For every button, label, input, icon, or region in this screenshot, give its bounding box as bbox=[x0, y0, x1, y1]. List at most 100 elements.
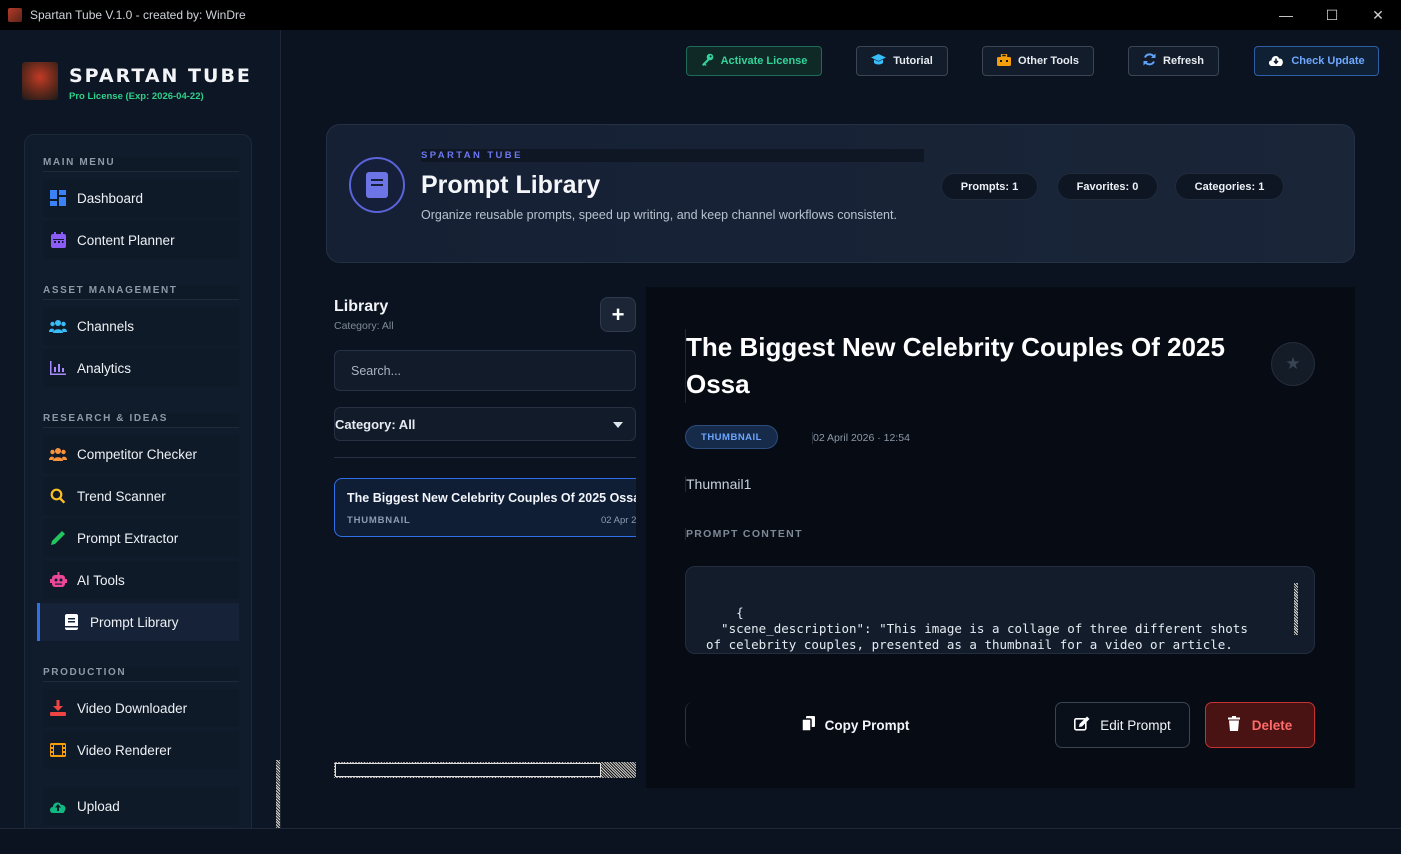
refresh-icon bbox=[1143, 53, 1156, 69]
sidebar-item-label: Trend Scanner bbox=[77, 488, 166, 504]
sidebar-item-competitor-checker[interactable]: Competitor Checker bbox=[43, 435, 239, 473]
trash-icon bbox=[1227, 716, 1240, 734]
sidebar-scrollbar[interactable] bbox=[276, 120, 280, 828]
search-input[interactable] bbox=[334, 350, 636, 391]
brand: SPARTAN TUBE Pro License (Exp: 2026-04-2… bbox=[22, 62, 252, 102]
other-tools-button[interactable]: Other Tools bbox=[982, 46, 1094, 76]
license-status: Pro License (Exp: 2026-04-22) bbox=[69, 91, 204, 102]
key-icon bbox=[701, 53, 714, 69]
category-select-value: Category: All bbox=[335, 416, 416, 432]
library-title: Library bbox=[334, 298, 389, 315]
cloud-download-icon bbox=[1268, 54, 1284, 69]
window-title: Spartan Tube V.1.0 - created by: WinDre bbox=[30, 8, 246, 22]
dashboard-icon bbox=[49, 189, 67, 207]
sidebar-item-label: Video Renderer bbox=[77, 742, 172, 758]
search-icon bbox=[49, 487, 67, 505]
sidebar-item-prompt-extractor[interactable]: Prompt Extractor bbox=[43, 519, 239, 557]
sidebar-item-upload[interactable]: Upload bbox=[43, 787, 239, 825]
pencil-icon bbox=[49, 529, 67, 547]
sidebar: SPARTAN TUBE Pro License (Exp: 2026-04-2… bbox=[0, 30, 281, 838]
sidebar-item-content-planner[interactable]: Content Planner bbox=[43, 221, 239, 259]
sidebar-item-trend-scanner[interactable]: Trend Scanner bbox=[43, 477, 239, 515]
prompt-date: 02 April 2026 · 12:54 bbox=[812, 432, 910, 444]
maximize-button[interactable]: ☐ bbox=[1309, 0, 1355, 30]
sidebar-item-label: Prompt Extractor bbox=[77, 530, 179, 546]
prompt-content-text: { "scene_description": "This image is a … bbox=[706, 605, 1248, 652]
main-menu: MAIN MENU Dashboard Content Planner ASSE… bbox=[24, 134, 252, 838]
check-update-label: Check Update bbox=[1291, 55, 1365, 67]
category-select[interactable]: Category: All bbox=[334, 407, 636, 441]
graduation-cap-icon bbox=[871, 53, 887, 69]
list-item-category: THUMBNAIL bbox=[347, 515, 411, 526]
star-icon: ★ bbox=[1285, 354, 1301, 373]
sidebar-item-video-renderer[interactable]: Video Renderer bbox=[43, 731, 239, 769]
library-category-subtitle: Category: All bbox=[334, 320, 394, 332]
edit-icon bbox=[1074, 716, 1090, 734]
list-item[interactable]: The Biggest New Celebrity Couples Of 202… bbox=[334, 478, 636, 537]
page-kicker: SPARTAN TUBE bbox=[421, 149, 924, 162]
toolbox-icon bbox=[997, 52, 1012, 69]
delete-button[interactable]: Delete bbox=[1205, 702, 1315, 748]
prompt-content-label: PROMPT CONTENT bbox=[685, 528, 803, 540]
page-title: Prompt Library bbox=[421, 171, 601, 199]
sidebar-item-label: Competitor Checker bbox=[77, 446, 198, 462]
download-icon bbox=[49, 699, 67, 717]
section-label-research-ideas: RESEARCH & IDEAS bbox=[43, 413, 239, 428]
page-header-card: SPARTAN TUBE Prompt Library Organize reu… bbox=[326, 124, 1355, 263]
sidebar-item-label: Dashboard bbox=[77, 190, 144, 206]
section-label-asset-management: ASSET MANAGEMENT bbox=[43, 285, 239, 300]
list-item-date: 02 Apr 2026 bbox=[601, 515, 636, 526]
film-icon bbox=[49, 741, 67, 759]
favorites-count-badge: Favorites: 0 bbox=[1057, 173, 1158, 200]
edit-prompt-label: Edit Prompt bbox=[1100, 717, 1171, 733]
section-label-production: PRODUCTION bbox=[43, 667, 239, 682]
status-bar bbox=[0, 828, 1401, 854]
page-description: Organize reusable prompts, speed up writ… bbox=[421, 208, 897, 222]
sidebar-item-video-downloader[interactable]: Video Downloader bbox=[43, 689, 239, 727]
sidebar-item-analytics[interactable]: Analytics bbox=[43, 349, 239, 387]
check-update-button[interactable]: Check Update bbox=[1254, 46, 1379, 76]
copy-prompt-label: Copy Prompt bbox=[824, 717, 910, 733]
sidebar-item-dashboard[interactable]: Dashboard bbox=[43, 179, 239, 217]
close-button[interactable]: ✕ bbox=[1355, 0, 1401, 30]
tutorial-label: Tutorial bbox=[893, 55, 933, 67]
section-label-main-menu: MAIN MENU bbox=[43, 157, 239, 172]
favorite-button[interactable]: ★ bbox=[1271, 342, 1315, 386]
prompt-description: Thumnail1 bbox=[685, 476, 752, 492]
list-item-title: The Biggest New Celebrity Couples Of 202… bbox=[347, 491, 636, 505]
sidebar-item-prompt-library[interactable]: Prompt Library bbox=[37, 603, 239, 641]
app-logo-icon bbox=[8, 8, 22, 22]
chart-icon bbox=[49, 359, 67, 377]
users-icon bbox=[49, 317, 67, 335]
calendar-icon bbox=[49, 231, 67, 249]
refresh-label: Refresh bbox=[1163, 55, 1204, 67]
prompt-content-box[interactable]: { "scene_description": "This image is a … bbox=[685, 566, 1315, 654]
group-icon bbox=[49, 445, 67, 463]
book-icon bbox=[349, 157, 405, 213]
sidebar-item-ai-tools[interactable]: AI Tools bbox=[43, 561, 239, 599]
delete-label: Delete bbox=[1251, 717, 1293, 733]
activate-license-button[interactable]: Activate License bbox=[686, 46, 822, 76]
edit-prompt-button[interactable]: Edit Prompt bbox=[1055, 702, 1190, 748]
sidebar-item-label: Prompt Library bbox=[90, 614, 179, 630]
cloud-upload-icon bbox=[49, 797, 67, 815]
add-prompt-button[interactable]: + bbox=[600, 297, 636, 332]
copy-prompt-button[interactable]: Copy Prompt bbox=[685, 702, 1025, 748]
prompt-title: The Biggest New Celebrity Couples Of 202… bbox=[685, 329, 1265, 403]
prompt-detail-panel: The Biggest New Celebrity Couples Of 202… bbox=[646, 287, 1355, 788]
tutorial-button[interactable]: Tutorial bbox=[856, 46, 948, 76]
minimize-button[interactable]: — bbox=[1263, 0, 1309, 30]
sidebar-item-label: AI Tools bbox=[77, 572, 125, 588]
window-titlebar: Spartan Tube V.1.0 - created by: WinDre … bbox=[0, 0, 1401, 30]
library-horizontal-scrollbar[interactable] bbox=[334, 762, 636, 778]
content-scrollbar[interactable] bbox=[1294, 583, 1298, 635]
spartan-helmet-logo-icon bbox=[22, 62, 58, 100]
refresh-button[interactable]: Refresh bbox=[1128, 46, 1219, 76]
sidebar-item-channels[interactable]: Channels bbox=[43, 307, 239, 345]
categories-count-badge: Categories: 1 bbox=[1175, 173, 1284, 200]
brand-name: SPARTAN TUBE bbox=[69, 65, 252, 87]
sidebar-item-label: Upload bbox=[77, 798, 120, 814]
library-divider bbox=[334, 457, 636, 458]
sidebar-item-label: Analytics bbox=[77, 360, 132, 376]
robot-icon bbox=[49, 571, 67, 589]
